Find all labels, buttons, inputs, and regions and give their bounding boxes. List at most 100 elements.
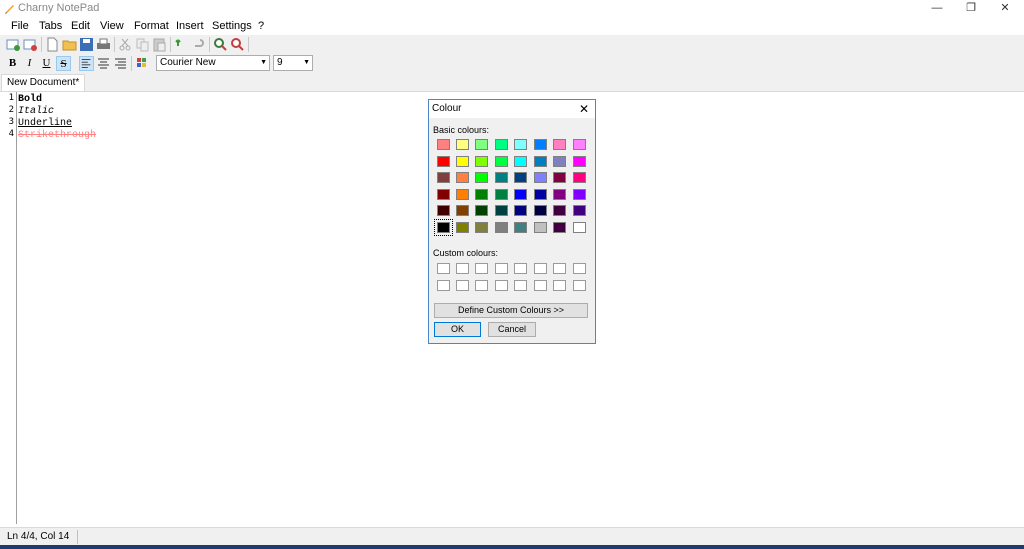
custom-colour-swatch[interactable]	[456, 280, 469, 291]
strikethrough-button[interactable]: S	[56, 56, 71, 71]
colour-swatch[interactable]	[573, 139, 586, 150]
colour-swatch[interactable]	[514, 172, 527, 183]
colour-swatch[interactable]	[573, 155, 586, 167]
custom-colour-swatch[interactable]	[514, 263, 527, 274]
colour-swatch[interactable]	[514, 155, 527, 167]
colour-swatch[interactable]	[437, 172, 450, 183]
cut-icon[interactable]	[118, 37, 133, 52]
colour-swatch[interactable]	[495, 139, 508, 150]
colour-swatch[interactable]	[573, 205, 586, 216]
save-icon[interactable]	[79, 37, 94, 52]
italic-button[interactable]: I	[22, 56, 37, 71]
colour-swatch[interactable]	[456, 172, 469, 183]
menu-format[interactable]: Format	[134, 20, 169, 32]
font-family-select[interactable]: Courier New ▼	[156, 55, 270, 71]
colour-swatch[interactable]	[553, 221, 566, 233]
colour-swatch[interactable]	[437, 205, 450, 216]
colour-swatch[interactable]	[534, 188, 547, 200]
colour-swatch[interactable]	[573, 188, 586, 200]
text-line-bold[interactable]: Bold	[18, 94, 42, 105]
colour-swatch[interactable]	[534, 155, 547, 167]
colour-swatch[interactable]	[495, 155, 508, 167]
colour-swatch[interactable]	[475, 221, 488, 233]
align-center-icon[interactable]	[96, 56, 111, 71]
colour-swatch[interactable]	[456, 205, 469, 216]
replace-icon[interactable]	[230, 37, 245, 52]
open-folder-icon[interactable]	[62, 37, 77, 52]
align-left-icon[interactable]	[79, 56, 94, 71]
colour-swatch[interactable]	[573, 172, 586, 183]
custom-colour-swatch[interactable]	[475, 280, 488, 291]
custom-colour-swatch[interactable]	[495, 280, 508, 291]
menu-help[interactable]: ?	[258, 20, 264, 32]
colour-swatch[interactable]	[553, 155, 566, 167]
find-icon[interactable]	[213, 37, 228, 52]
menu-edit[interactable]: Edit	[71, 20, 90, 32]
colour-swatch[interactable]	[514, 188, 527, 200]
colour-swatch[interactable]	[495, 188, 508, 200]
colour-swatch[interactable]	[553, 188, 566, 200]
text-line-underline[interactable]: Underline	[18, 118, 72, 129]
tab-new-document[interactable]: New Document*	[1, 74, 86, 91]
colour-swatch[interactable]	[475, 172, 488, 183]
custom-colour-swatch[interactable]	[437, 280, 450, 291]
menu-settings[interactable]: Settings	[212, 20, 252, 32]
paste-icon[interactable]	[152, 37, 167, 52]
close-tab-icon[interactable]	[23, 37, 38, 52]
colour-swatch[interactable]	[434, 218, 453, 236]
custom-colour-swatch[interactable]	[456, 263, 469, 274]
custom-colour-swatch[interactable]	[495, 263, 508, 274]
new-file-icon[interactable]	[45, 37, 60, 52]
colour-swatch[interactable]	[514, 139, 527, 150]
colour-swatch[interactable]	[534, 139, 547, 150]
colour-swatch[interactable]	[495, 205, 508, 216]
custom-colour-swatch[interactable]	[437, 263, 450, 274]
colour-swatch[interactable]	[514, 205, 527, 216]
align-right-icon[interactable]	[113, 56, 128, 71]
custom-colour-swatch[interactable]	[553, 280, 566, 291]
copy-icon[interactable]	[135, 37, 150, 52]
redo-icon[interactable]	[191, 37, 206, 52]
colour-swatch[interactable]	[456, 188, 469, 200]
custom-colour-swatch[interactable]	[573, 280, 586, 291]
close-icon[interactable]: ✕	[579, 102, 589, 116]
custom-colour-swatch[interactable]	[475, 263, 488, 274]
colour-swatch[interactable]	[475, 155, 488, 167]
minimize-button[interactable]: —	[920, 0, 954, 17]
custom-colour-swatch[interactable]	[553, 263, 566, 274]
colour-swatch[interactable]	[534, 221, 547, 233]
colour-swatch[interactable]	[475, 188, 488, 200]
close-window-button[interactable]: ✕	[988, 0, 1022, 17]
custom-colour-swatch[interactable]	[514, 280, 527, 291]
text-line-italic[interactable]: Italic	[18, 106, 54, 117]
custom-colour-swatch[interactable]	[534, 280, 547, 291]
colour-swatch[interactable]	[437, 188, 450, 200]
colour-swatch[interactable]	[553, 139, 566, 150]
undo-icon[interactable]	[174, 37, 189, 52]
define-custom-colours-button[interactable]: Define Custom Colours >>	[434, 303, 588, 318]
colour-swatch[interactable]	[475, 139, 488, 150]
colour-swatch[interactable]	[573, 221, 586, 233]
colour-swatch[interactable]	[495, 221, 508, 233]
colour-swatch[interactable]	[534, 205, 547, 216]
colour-swatch[interactable]	[456, 155, 469, 167]
menu-file[interactable]: File	[11, 20, 29, 32]
font-size-select[interactable]: 9 ▼	[273, 55, 313, 71]
custom-colour-swatch[interactable]	[534, 263, 547, 274]
colour-swatch[interactable]	[495, 172, 508, 183]
colour-swatch[interactable]	[534, 172, 547, 183]
ok-button[interactable]: OK	[434, 322, 481, 337]
restore-button[interactable]: ❐	[954, 0, 988, 17]
colour-swatch[interactable]	[456, 221, 469, 233]
colour-swatch[interactable]	[456, 139, 469, 150]
colour-swatch[interactable]	[553, 205, 566, 216]
menu-view[interactable]: View	[100, 20, 124, 32]
colour-swatch[interactable]	[475, 205, 488, 216]
colour-swatch[interactable]	[437, 155, 450, 167]
color-picker-icon[interactable]	[135, 56, 150, 71]
new-tab-icon[interactable]	[6, 37, 21, 52]
colour-swatch[interactable]	[514, 221, 527, 233]
print-icon[interactable]	[96, 37, 111, 52]
menu-insert[interactable]: Insert	[176, 20, 204, 32]
underline-button[interactable]: U	[39, 56, 54, 71]
